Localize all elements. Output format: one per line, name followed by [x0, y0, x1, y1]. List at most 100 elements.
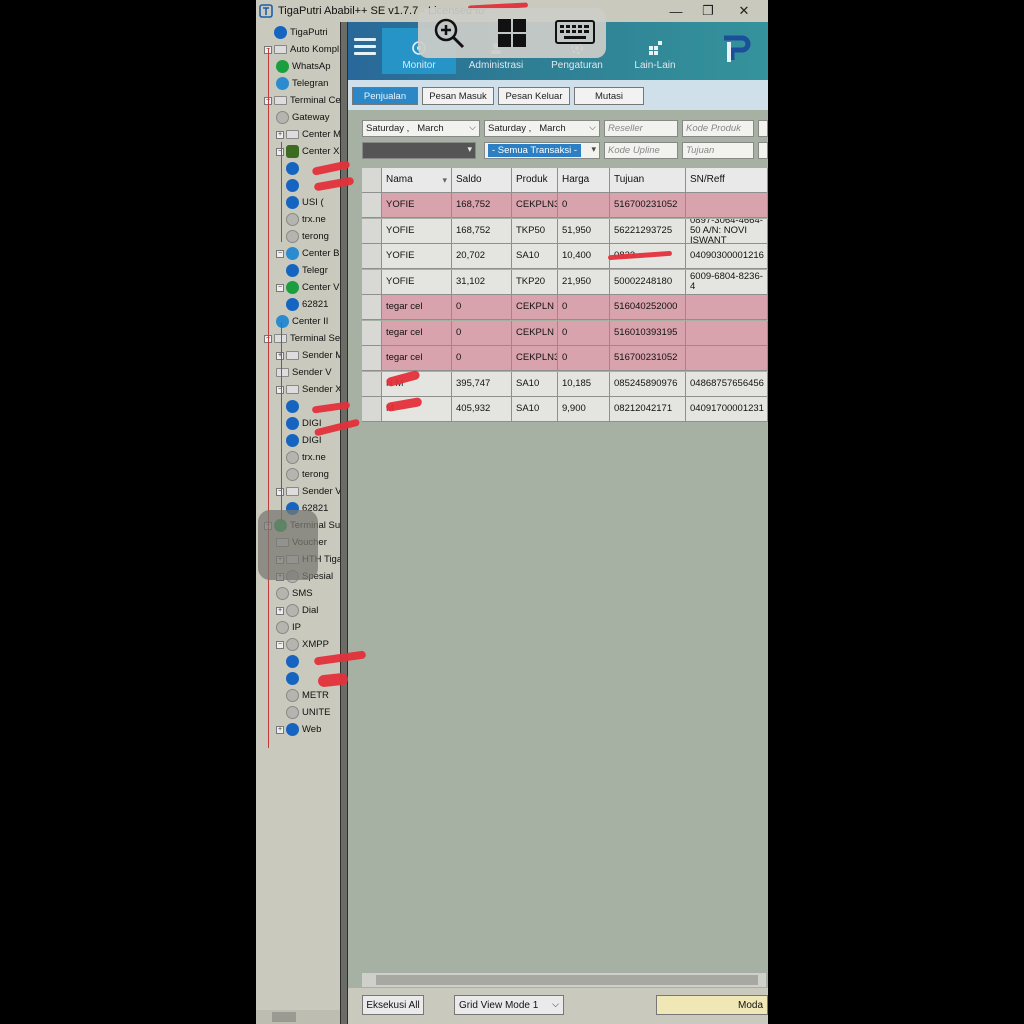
row-header-cell[interactable]: [362, 320, 382, 346]
column-header[interactable]: Produk: [512, 168, 558, 193]
tree-item[interactable]: − Center B: [276, 245, 340, 262]
tab-mutasi[interactable]: Mutasi: [574, 87, 644, 105]
tree-item[interactable]: trx.ne: [286, 449, 326, 466]
tree-item[interactable]: [286, 160, 302, 177]
row-header-cell[interactable]: [362, 269, 382, 295]
date-to-picker[interactable]: Saturday , March ⌵: [484, 120, 600, 137]
tree-item[interactable]: − Center X: [276, 143, 340, 160]
date-from-picker[interactable]: Saturday , March ⌵: [362, 120, 480, 137]
tree-item[interactable]: METR: [286, 687, 329, 704]
tree-item[interactable]: WhatsAp: [276, 58, 331, 75]
row-header-cell[interactable]: [362, 218, 382, 244]
tab-pesan-masuk[interactable]: Pesan Masuk: [422, 87, 494, 105]
table-row[interactable]: YOFIE 31,102 TKP20 21,950 50002248180 6009-68…: [362, 269, 768, 295]
windows-button[interactable]: [490, 13, 534, 53]
column-header[interactable]: SN/Reff: [686, 168, 768, 193]
row-header-cell[interactable]: [362, 168, 382, 193]
tree-item[interactable]: SMS: [276, 585, 313, 602]
kode-upline-input[interactable]: Kode Upline: [604, 142, 678, 159]
expander-icon[interactable]: −: [276, 249, 284, 258]
tree-item[interactable]: [286, 670, 302, 687]
expander-icon[interactable]: −: [276, 385, 284, 394]
expander-icon[interactable]: −: [276, 640, 284, 649]
tree-item[interactable]: + Web: [276, 721, 321, 738]
tree-item[interactable]: −Terminal Ce: [264, 92, 340, 109]
row-header-cell[interactable]: [362, 397, 382, 422]
row-header-cell[interactable]: [362, 244, 382, 269]
status-select[interactable]: ▾: [362, 142, 476, 159]
extra-filter-input-2[interactable]: [758, 142, 768, 159]
expander-icon[interactable]: +: [276, 725, 284, 734]
expander-icon[interactable]: −: [276, 283, 284, 292]
table-row[interactable]: tegar cel 0 CEKPLN 0 516040252000: [362, 295, 768, 320]
tree-item[interactable]: − Sender X: [276, 381, 340, 398]
maximize-button[interactable]: ❐: [696, 2, 720, 20]
table-row[interactable]: N M395,747SA1010,18508524589097604868757…: [362, 371, 768, 397]
eksekusi-all-button[interactable]: Eksekusi All: [362, 995, 424, 1015]
tree-item[interactable]: terong: [286, 466, 329, 483]
tree-item[interactable]: + Center M: [276, 126, 340, 143]
column-header[interactable]: Harga: [558, 168, 610, 193]
tree-horizontal-scrollbar[interactable]: [256, 1010, 340, 1024]
column-header[interactable]: Tujuan: [610, 168, 686, 193]
table-row[interactable]: tegar cel0CEKPLN300516700231052: [362, 346, 768, 371]
grid-view-mode-select[interactable]: Grid View Mode 1 ⌵: [454, 995, 564, 1015]
tree-item[interactable]: IP: [276, 619, 301, 636]
extra-filter-input[interactable]: [758, 120, 768, 137]
tree-item[interactable]: UNITE: [286, 704, 331, 721]
table-row[interactable]: M405,932SA109,90008212042171040917000012…: [362, 397, 768, 422]
tab-penjualan[interactable]: Penjualan: [352, 87, 418, 105]
table-row[interactable]: tegar cel 0 CEKPLN 0 516010393195: [362, 320, 768, 346]
grid-horizontal-scrollbar[interactable]: [362, 973, 766, 987]
expander-icon[interactable]: +: [276, 606, 284, 615]
tree-item[interactable]: Telegr: [286, 262, 328, 279]
tujuan-input[interactable]: Tujuan: [682, 142, 754, 159]
tree-item[interactable]: − XMPP: [276, 636, 329, 653]
transaksi-select[interactable]: - Semua Transaksi - ▾: [484, 142, 600, 159]
grid-scroll-thumb[interactable]: [376, 975, 758, 985]
tab-pesan-keluar[interactable]: Pesan Keluar: [498, 87, 570, 105]
tree-item[interactable]: trx.ne: [286, 211, 326, 228]
keyboard-button[interactable]: [553, 13, 597, 53]
reseller-input[interactable]: Reseller: [604, 120, 678, 137]
tree-item[interactable]: Center II: [276, 313, 328, 330]
tree-scroll-thumb[interactable]: [272, 1012, 296, 1022]
expander-icon[interactable]: +: [276, 130, 284, 139]
row-header-cell[interactable]: [362, 193, 382, 218]
tree-item[interactable]: + Sender M: [276, 347, 340, 364]
tree-item[interactable]: USI (: [286, 194, 324, 211]
tree-item[interactable]: Telegran: [276, 75, 328, 92]
tree-item[interactable]: − Center V: [276, 279, 340, 296]
tree-item[interactable]: [286, 653, 302, 670]
tree-item[interactable]: Sender V: [276, 364, 332, 381]
row-header-cell[interactable]: [362, 295, 382, 320]
expander-icon[interactable]: +: [276, 351, 284, 360]
row-header-cell[interactable]: [362, 346, 382, 371]
tree-item[interactable]: TigaPutri: [274, 24, 328, 41]
menu-icon[interactable]: [354, 38, 376, 58]
sort-arrow-icon[interactable]: ▾: [442, 175, 447, 185]
tree-item[interactable]: Gateway: [276, 109, 330, 126]
expander-icon[interactable]: −: [276, 487, 284, 496]
tree-item[interactable]: −Auto Kompl: [264, 41, 339, 58]
zoom-in-button[interactable]: [427, 13, 471, 53]
close-button[interactable]: ✕: [732, 2, 756, 20]
table-row[interactable]: YOFIE168,752CEKPLN300516700231052: [362, 193, 768, 218]
tree-item[interactable]: terong: [286, 228, 329, 245]
tree-item[interactable]: 62821: [286, 296, 328, 313]
table-row[interactable]: YOFIE20,702SA1010,400082304090300001216: [362, 244, 768, 269]
tree-item[interactable]: [286, 398, 302, 415]
column-header[interactable]: Saldo: [452, 168, 512, 193]
table-row[interactable]: YOFIE 168,752 TKP50 51,950 56221293725 0897-3…: [362, 218, 768, 244]
row-header-cell[interactable]: [362, 371, 382, 397]
column-header[interactable]: Nama ▾: [382, 168, 452, 193]
nav-lain-lain[interactable]: Lain-Lain: [620, 28, 690, 74]
tree-item[interactable]: −Terminal Se: [264, 330, 340, 347]
tree-item[interactable]: − Sender V: [276, 483, 340, 500]
tree-item[interactable]: + Dial: [276, 602, 318, 619]
kode-produk-input[interactable]: Kode Produk: [682, 120, 754, 137]
expander-icon[interactable]: −: [276, 147, 284, 156]
panel-splitter[interactable]: [340, 22, 348, 1024]
tree-item[interactable]: [286, 177, 302, 194]
minimize-button[interactable]: —: [664, 2, 688, 20]
